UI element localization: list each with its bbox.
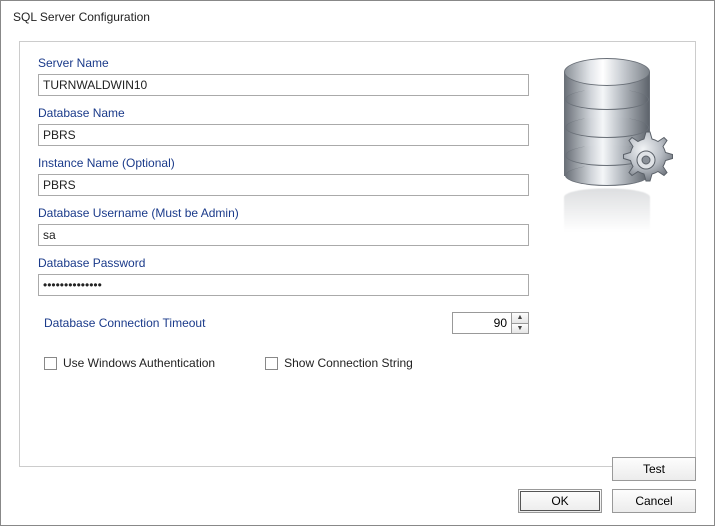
timeout-value[interactable]	[453, 313, 511, 333]
instance-name-label: Instance Name (Optional)	[38, 156, 529, 170]
win-auth-label: Use Windows Authentication	[63, 356, 215, 370]
dialog-buttons: Test OK Cancel	[518, 457, 696, 513]
ok-button[interactable]: OK	[518, 489, 602, 513]
server-name-label: Server Name	[38, 56, 529, 70]
cancel-button[interactable]: Cancel	[612, 489, 696, 513]
instance-name-input[interactable]	[38, 174, 529, 196]
test-button[interactable]: Test	[612, 457, 696, 481]
timeout-label: Database Connection Timeout	[44, 316, 205, 330]
timeout-stepper[interactable]: ▲ ▼	[452, 312, 529, 334]
win-auth-checkbox[interactable]: Use Windows Authentication	[44, 356, 215, 370]
db-username-label: Database Username (Must be Admin)	[38, 206, 529, 220]
form-panel: Server Name Database Name Instance Name …	[19, 41, 696, 467]
server-name-input[interactable]	[38, 74, 529, 96]
decorative-icon-column	[547, 56, 677, 452]
stepper-up-icon[interactable]: ▲	[512, 313, 528, 324]
show-conn-label: Show Connection String	[284, 356, 413, 370]
form-column: Server Name Database Name Instance Name …	[38, 56, 529, 452]
window-title: SQL Server Configuration	[1, 1, 714, 30]
checkbox-row: Use Windows Authentication Show Connecti…	[38, 356, 529, 370]
db-password-input[interactable]	[38, 274, 529, 296]
stepper-buttons: ▲ ▼	[511, 313, 528, 333]
timeout-row: Database Connection Timeout ▲ ▼	[38, 312, 529, 334]
gear-icon	[614, 128, 678, 192]
database-name-label: Database Name	[38, 106, 529, 120]
checkbox-box-icon	[265, 357, 278, 370]
stepper-down-icon[interactable]: ▼	[512, 324, 528, 334]
database-name-input[interactable]	[38, 124, 529, 146]
show-conn-checkbox[interactable]: Show Connection String	[265, 356, 413, 370]
database-gear-icon	[552, 58, 672, 238]
db-password-label: Database Password	[38, 256, 529, 270]
checkbox-box-icon	[44, 357, 57, 370]
db-username-input[interactable]	[38, 224, 529, 246]
